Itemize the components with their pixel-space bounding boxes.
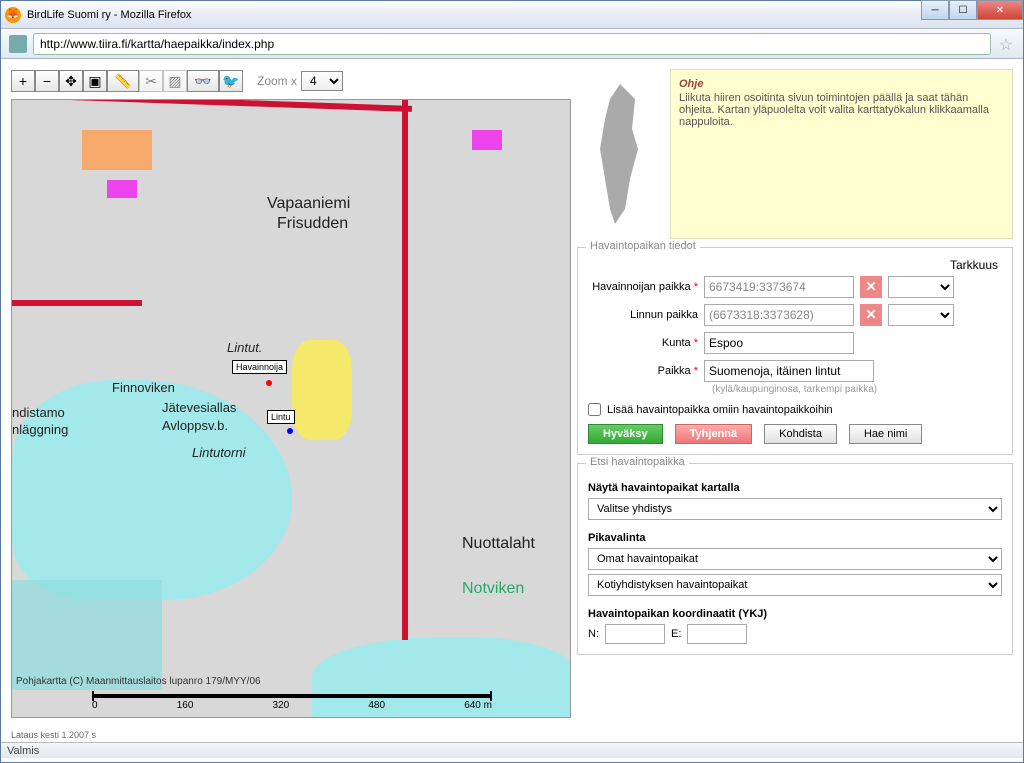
load-time: Lataus kesti 1.2007 s bbox=[1, 728, 1023, 742]
map-label: Lintutorni bbox=[192, 445, 245, 460]
accept-button[interactable]: Hyväksy bbox=[588, 424, 663, 444]
left-column: + − ✥ ▣ 📏 ✂ ▨ 👓 🐦 Zoom x 4 bbox=[11, 69, 571, 718]
observer-marker[interactable]: Havainnoija bbox=[232, 360, 287, 374]
help-title: Ohje bbox=[679, 78, 1004, 90]
bird-marker[interactable]: Lintu bbox=[267, 410, 295, 424]
addressbar: ☆ bbox=[1, 29, 1023, 59]
paikka-input[interactable] bbox=[704, 360, 874, 382]
bird-coord-input[interactable] bbox=[704, 304, 854, 326]
map-label: Finnoviken bbox=[112, 380, 175, 395]
window-controls: ─ ☐ ✕ bbox=[921, 1, 1023, 20]
n-input[interactable] bbox=[605, 624, 665, 644]
map-label: ndistamo bbox=[12, 405, 65, 420]
pan-button[interactable]: ✥ bbox=[59, 70, 83, 92]
help-box: Ohje Liikuta hiiren osoitinta sivun toim… bbox=[670, 69, 1013, 239]
association-select[interactable]: Valitse yhdistys bbox=[588, 498, 1002, 520]
tool-b-button[interactable]: ▨ bbox=[163, 70, 187, 92]
select-button[interactable]: ▣ bbox=[83, 70, 107, 92]
map[interactable]: Vapaaniemi Frisudden Lintut. Finnoviken … bbox=[11, 99, 571, 718]
titlebar: 🦊 BirdLife Suomi ry - Mozilla Firefox ─ … bbox=[1, 1, 1023, 29]
zoom-select[interactable]: 4 bbox=[301, 71, 343, 91]
observer-precision-select[interactable] bbox=[888, 276, 954, 298]
observer-dot bbox=[266, 380, 272, 386]
search-fieldset: Etsi havaintopaikka Näytä havaintopaikat… bbox=[577, 463, 1013, 655]
paikka-label: Paikka * bbox=[588, 365, 698, 377]
binoculars-button[interactable]: 👓 bbox=[187, 70, 219, 92]
location-fieldset: Havaintopaikan tiedot Tarkkuus Havainnoi… bbox=[577, 247, 1013, 455]
focus-button[interactable]: Kohdista bbox=[764, 424, 837, 444]
zoom-out-button[interactable]: − bbox=[35, 70, 59, 92]
own-places-select[interactable]: Omat havaintopaikat bbox=[588, 548, 1002, 570]
checkbox-label: Lisää havaintopaikka omiin havaintopaikk… bbox=[607, 404, 833, 416]
overview-map[interactable] bbox=[577, 69, 662, 239]
zoom-in-button[interactable]: + bbox=[11, 70, 35, 92]
bird-button[interactable]: 🐦 bbox=[219, 70, 243, 92]
map-toolbar: + − ✥ ▣ 📏 ✂ ▨ 👓 🐦 Zoom x 4 bbox=[11, 69, 571, 93]
legend: Havaintopaikan tiedot bbox=[586, 240, 700, 252]
maximize-button[interactable]: ☐ bbox=[949, 0, 977, 20]
status-text: Valmis bbox=[7, 745, 39, 757]
window-title: BirdLife Suomi ry - Mozilla Firefox bbox=[27, 9, 191, 21]
map-label: Avloppsv.b. bbox=[162, 418, 228, 433]
clear-observer-button[interactable]: ✕ bbox=[860, 276, 882, 298]
e-label: E: bbox=[671, 628, 681, 640]
statusbar: Valmis bbox=[1, 742, 1023, 758]
minimize-button[interactable]: ─ bbox=[921, 0, 949, 20]
map-label: Jätevesiallas bbox=[162, 400, 236, 415]
bird-label: Linnun paikka bbox=[588, 309, 698, 321]
map-label: Frisudden bbox=[277, 215, 348, 233]
e-input[interactable] bbox=[687, 624, 747, 644]
site-icon bbox=[9, 35, 27, 53]
map-label: Nuottalaht bbox=[462, 535, 535, 553]
right-column: Ohje Liikuta hiiren osoitinta sivun toim… bbox=[577, 69, 1013, 718]
scale-bar: 0 160 320 480 640 m bbox=[92, 694, 492, 711]
bird-dot bbox=[287, 428, 293, 434]
measure-button[interactable]: 📏 bbox=[107, 70, 139, 92]
paikka-hint: (kylä/kaupunginosa, tarkempi paikka) bbox=[712, 384, 1002, 395]
content: + − ✥ ▣ 📏 ✂ ▨ 👓 🐦 Zoom x 4 bbox=[1, 59, 1023, 728]
bookmark-icon[interactable]: ☆ bbox=[997, 35, 1015, 53]
tool-a-button[interactable]: ✂ bbox=[139, 70, 163, 92]
quick-label: Pikavalinta bbox=[588, 532, 1002, 544]
map-label: Vapaaniemi bbox=[267, 195, 350, 213]
map-copyright: Pohjakartta (C) Maanmittauslaitos lupanr… bbox=[16, 676, 261, 687]
close-button[interactable]: ✕ bbox=[977, 0, 1023, 20]
legend: Etsi havaintopaikka bbox=[586, 456, 689, 468]
observer-label: Havainnoijan paikka * bbox=[588, 281, 698, 293]
n-label: N: bbox=[588, 628, 599, 640]
kunta-input[interactable] bbox=[704, 332, 854, 354]
add-own-checkbox[interactable] bbox=[588, 403, 601, 416]
map-label: Notviken bbox=[462, 580, 524, 598]
map-label: nläggning bbox=[12, 422, 68, 437]
clear-button[interactable]: Tyhjennä bbox=[675, 424, 752, 444]
show-on-map-label: Näytä havaintopaikat kartalla bbox=[588, 482, 1002, 494]
precision-header: Tarkkuus bbox=[588, 258, 1002, 272]
zoom-label: Zoom x bbox=[257, 74, 297, 88]
app-window: 🦊 BirdLife Suomi ry - Mozilla Firefox ─ … bbox=[0, 0, 1024, 763]
bird-precision-select[interactable] bbox=[888, 304, 954, 326]
firefox-icon: 🦊 bbox=[5, 7, 21, 23]
home-places-select[interactable]: Kotiyhdistyksen havaintopaikat bbox=[588, 574, 1002, 596]
observer-coord-input[interactable] bbox=[704, 276, 854, 298]
url-input[interactable] bbox=[33, 33, 991, 55]
clear-bird-button[interactable]: ✕ bbox=[860, 304, 882, 326]
map-label: Lintut. bbox=[227, 340, 262, 355]
kunta-label: Kunta * bbox=[588, 337, 698, 349]
coord-label: Havaintopaikan koordinaatit (YKJ) bbox=[588, 608, 1002, 620]
help-body: Liikuta hiiren osoitinta sivun toimintoj… bbox=[679, 92, 989, 128]
fetchname-button[interactable]: Hae nimi bbox=[849, 424, 922, 444]
